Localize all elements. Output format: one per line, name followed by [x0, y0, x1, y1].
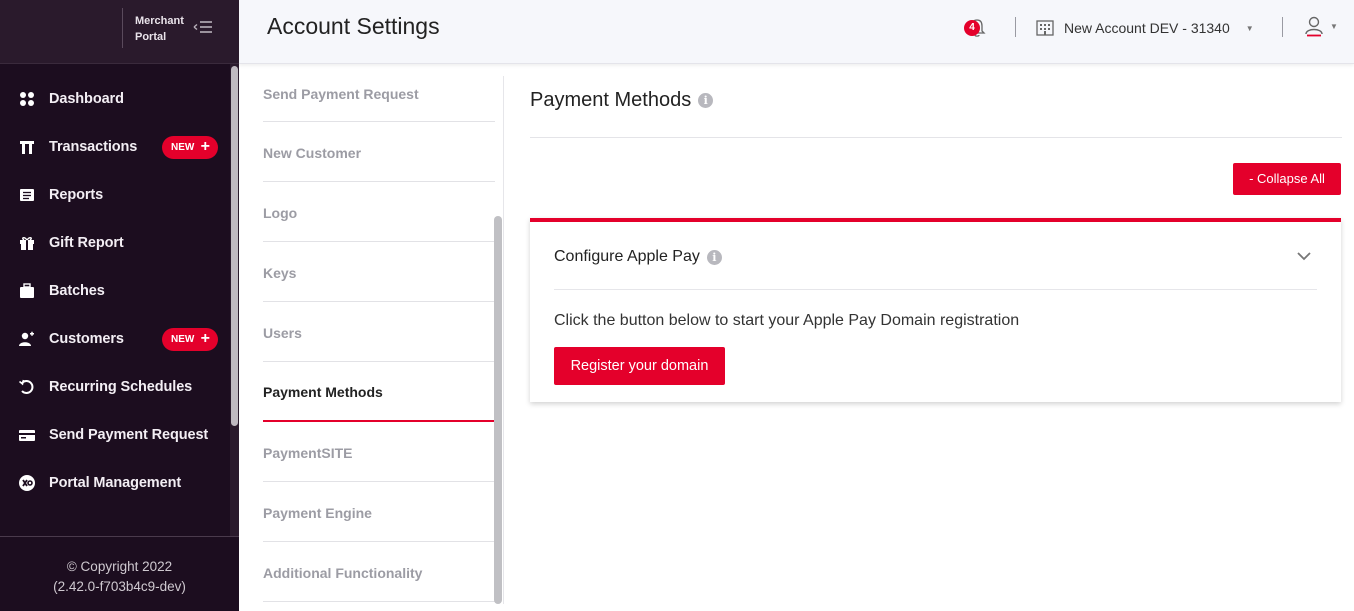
account-selector[interactable]: New Account DEV - 31340 ▼: [1036, 14, 1254, 42]
info-icon[interactable]: i: [706, 249, 722, 265]
sidebar-item-send-payment-request[interactable]: Send Payment Request: [0, 411, 230, 459]
reports-icon: [18, 186, 36, 204]
sidebar-scrollbar[interactable]: [230, 64, 239, 536]
user-menu[interactable]: ▼: [1304, 15, 1338, 37]
building-icon: [1036, 20, 1054, 36]
brand-line2: Portal: [135, 31, 167, 43]
settings-item-users[interactable]: Users: [263, 302, 495, 362]
new-badge[interactable]: NEW +: [162, 136, 218, 159]
sidebar-item-label: Portal Management: [49, 475, 182, 491]
settings-item-new-customer[interactable]: New Customer: [263, 122, 495, 182]
dashboard-icon: [18, 90, 36, 108]
recurring-icon: [18, 378, 36, 396]
sidebar-item-reports[interactable]: Reports: [0, 171, 230, 219]
card-description: Click the button below to start your App…: [554, 312, 1020, 329]
new-badge[interactable]: NEW +: [162, 328, 218, 351]
top-header: Account Settings 4 New Account DEV - 313…: [239, 0, 1354, 64]
sidebar-item-label: Customers: [49, 331, 124, 347]
apple-pay-card: Configure Apple Pay i Click the button b…: [530, 218, 1341, 402]
settings-item-logo[interactable]: Logo: [263, 182, 495, 242]
copyright-text: © Copyright 2022: [66, 559, 173, 574]
brand-line1: Merchant: [135, 15, 184, 27]
settings-item-payment-methods[interactable]: Payment Methods: [263, 362, 495, 422]
info-icon[interactable]: i: [698, 93, 714, 108]
sidebar-item-label: Reports: [49, 187, 104, 203]
customers-icon: [18, 330, 36, 348]
gift-icon: [18, 234, 36, 252]
portal-icon: [18, 474, 36, 492]
notification-count-badge: 4: [964, 20, 980, 36]
transactions-icon: [18, 138, 36, 156]
sidebar-item-batches[interactable]: Batches: [0, 267, 230, 315]
sidebar-item-label: Recurring Schedules: [49, 379, 193, 395]
settings-item-payment-engine[interactable]: Payment Engine: [263, 482, 495, 542]
sidebar-item-recurring-schedules[interactable]: Recurring Schedules: [0, 363, 230, 411]
brand-logo[interactable]: Merchant Portal: [135, 13, 184, 45]
sidebar-item-label: Gift Report: [49, 235, 124, 251]
page-title: Account Settings: [267, 13, 440, 39]
chevron-down-icon: ▼: [1245, 23, 1254, 33]
version-text: (2.42.0-f703b4c9-dev): [53, 579, 186, 594]
sidebar-item-customers[interactable]: Customers NEW +: [0, 315, 230, 363]
sidebar-nav: Dashboard Transactions NEW + Reports Gift…: [0, 75, 230, 507]
collapse-all-button[interactable]: - Collapse All: [1233, 163, 1341, 195]
sidebar-header: Merchant Portal: [0, 0, 239, 64]
user-icon: [1305, 16, 1323, 37]
batches-icon: [18, 282, 36, 300]
sidebar-item-label: Dashboard: [49, 91, 124, 107]
settings-item-paymentsite[interactable]: PaymentSITE: [263, 422, 495, 482]
settings-menu-scrollbar[interactable]: [494, 216, 502, 604]
card-divider: [554, 289, 1317, 290]
settings-item-send-payment-request[interactable]: Send Payment Request: [263, 64, 495, 122]
badge-label: NEW: [171, 334, 195, 345]
settings-item-additional-functionality[interactable]: Additional Functionality: [263, 542, 495, 602]
sidebar-item-label: Transactions: [49, 139, 138, 155]
sidebar-item-transactions[interactable]: Transactions NEW +: [0, 123, 230, 171]
sidebar-item-dashboard[interactable]: Dashboard: [0, 75, 230, 123]
sidebar-item-gift-report[interactable]: Gift Report: [0, 219, 230, 267]
sidebar: Merchant Portal Dashboard Transactions N…: [0, 0, 239, 611]
card-title-text: Configure Apple Pay: [554, 248, 700, 265]
chevron-down-icon: ▼: [1330, 21, 1338, 31]
notifications-button[interactable]: 4: [964, 16, 989, 40]
badge-label: NEW: [171, 142, 195, 153]
section-divider: [530, 137, 1342, 138]
card-title[interactable]: Configure Apple Pay i: [554, 248, 722, 266]
card-icon: [18, 426, 36, 444]
menu-collapse-icon[interactable]: [192, 18, 214, 36]
sidebar-scrollbar-thumb[interactable]: [231, 66, 238, 426]
brand-divider: [122, 8, 123, 48]
sidebar-item-portal-management[interactable]: Portal Management: [0, 459, 230, 507]
header-divider: [1282, 17, 1283, 37]
plus-icon: +: [200, 138, 210, 155]
header-divider: [1015, 17, 1016, 37]
section-title: Payment Methods i: [530, 89, 714, 112]
section-title-text: Payment Methods: [530, 89, 692, 111]
content-divider: [503, 76, 504, 604]
sidebar-item-label: Batches: [49, 283, 105, 299]
sidebar-item-label: Send Payment Request: [49, 427, 209, 443]
settings-menu: Send Payment Request New Customer Logo K…: [263, 64, 495, 602]
plus-icon: +: [200, 330, 210, 347]
sidebar-footer: © Copyright 2022 (2.42.0-f703b4c9-dev): [0, 536, 239, 611]
register-domain-button[interactable]: Register your domain: [554, 347, 725, 385]
settings-item-keys[interactable]: Keys: [263, 242, 495, 302]
chevron-down-icon[interactable]: [1296, 248, 1312, 264]
account-name: New Account DEV - 31340: [1064, 20, 1230, 36]
